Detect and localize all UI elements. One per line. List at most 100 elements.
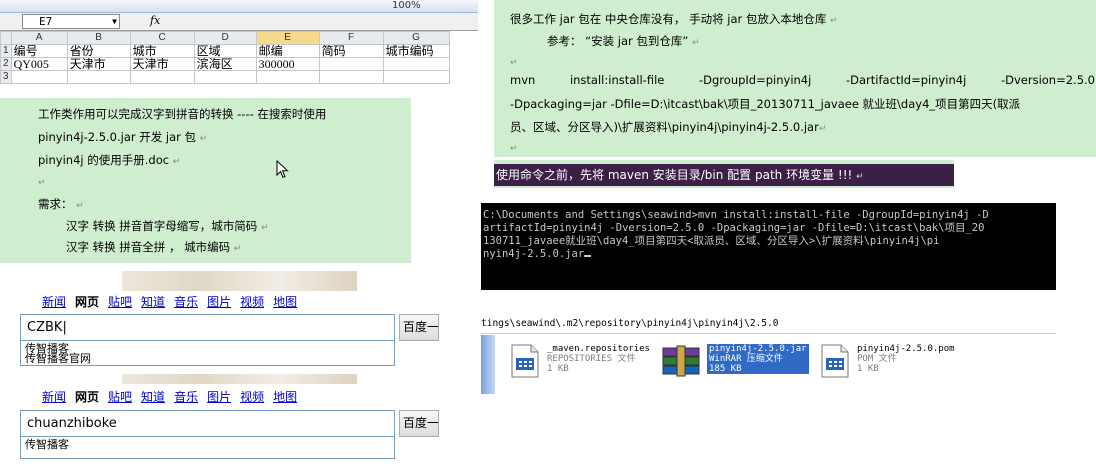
search-button[interactable]: 百度一下 [399, 410, 439, 437]
column-header[interactable]: D [193, 31, 257, 45]
console-line: nyin4j-2.5.0.jar [483, 248, 1056, 261]
return-mark-icon: ↵ [692, 38, 700, 48]
command-line: -Dpackaging=jar -Dfile=D:\itcast\bak\项目_… [510, 97, 1021, 111]
column-header[interactable]: A [10, 31, 68, 45]
command-word: -Dversion=2.5.0 [1000, 73, 1095, 87]
excel-toolbar: 100% [0, 0, 478, 13]
table-row: 2 QY005 天津市 天津市 滨海区 300000 [0, 57, 450, 71]
column-header[interactable]: F [318, 31, 384, 45]
cell[interactable]: 省份 [66, 44, 131, 58]
warning-banner: 使用命令之前，先将 maven 安装目录/bin 配置 path 环境变量 !!… [494, 164, 954, 186]
nav-web[interactable]: 网页 [75, 390, 99, 404]
note-line: ↵ [38, 174, 46, 188]
text-caret: | [62, 320, 67, 335]
cell[interactable] [255, 70, 320, 84]
nav-tieba[interactable]: 贴吧 [108, 295, 132, 309]
cell[interactable] [66, 70, 131, 84]
note-text: 汉字 转换 拼音全拼 ， 城市编码 [66, 240, 231, 254]
cell[interactable]: 简码 [318, 44, 384, 58]
file-meta: _maven.repositories REPOSITORIES 文件 1 KB [547, 344, 650, 374]
nav-zhidao[interactable]: 知道 [141, 390, 165, 404]
spreadsheet-grid: A B C D E F G 1 编号 省份 城市 区域 邮编 简码 城市编码 2… [0, 31, 450, 84]
cell[interactable]: 天津市 [129, 57, 195, 71]
cell[interactable] [129, 70, 195, 84]
baidu-nav: 新闻 网页 贴吧 知道 音乐 图片 视频 地图 [42, 293, 306, 310]
cell[interactable] [318, 57, 384, 71]
column-header[interactable]: E [255, 31, 320, 45]
cell[interactable]: 区域 [193, 44, 257, 58]
row-header[interactable]: 2 [0, 57, 12, 71]
nav-zhidao[interactable]: 知道 [141, 295, 165, 309]
cell[interactable] [382, 70, 450, 84]
warning-text: 使用命令之前，先将 maven 安装目录/bin 配置 path 环境变量 !!… [496, 168, 853, 182]
select-all-corner[interactable] [0, 31, 12, 45]
nav-web[interactable]: 网页 [75, 295, 99, 309]
nav-music[interactable]: 音乐 [174, 390, 198, 404]
text-file-icon [511, 344, 539, 378]
note-line: 很多工作 jar 包在 中央仓库没有， 手动将 jar 包放入本地仓库 ↵ [510, 11, 838, 27]
return-mark-icon: ↵ [830, 16, 838, 26]
note-line: ↵ [510, 54, 518, 68]
search-input[interactable]: CZBK| [20, 314, 395, 341]
excel-fragment: 100% E7 ▼ fx A B C D E F G 1 编号 省份 城市 区域… [0, 0, 478, 98]
file-explorer: tings\seawind\.m2\repository\pinyin4j\pi… [481, 314, 1056, 394]
nav-images[interactable]: 图片 [207, 295, 231, 309]
cell[interactable]: 天津市 [66, 57, 131, 71]
cell[interactable]: 300000 [255, 57, 320, 71]
cell[interactable]: 邮编 [255, 44, 320, 58]
fx-icon[interactable]: fx [150, 14, 160, 27]
search-input[interactable]: chuanzhiboke [20, 410, 395, 437]
cell[interactable] [10, 70, 68, 84]
baidu-search-panel: 新闻网页贴吧知道音乐图片视频地图 chuanzhiboke 百度一下 传智播客 [0, 374, 450, 476]
nav-video[interactable]: 视频 [240, 390, 264, 404]
console-cursor [584, 255, 592, 257]
nav-tieba[interactable]: 贴吧 [108, 390, 132, 404]
cell[interactable] [193, 70, 257, 84]
search-button[interactable]: 百度一下 [399, 314, 439, 341]
note-line: pinyin4j 的使用手册.doc ↵ [38, 152, 180, 168]
nav-news[interactable]: 新闻 [42, 390, 66, 404]
cell[interactable]: 编号 [10, 44, 68, 58]
command-prompt-window[interactable]: C:\Documents and Settings\seawind>mvn in… [481, 203, 1056, 290]
file-size: 1 KB [857, 364, 879, 374]
pinyin-note: 工作类作用可以完成汉字到拼音的转换 ---- 在搜索时使用 pinyin4j-2… [0, 98, 411, 263]
column-header[interactable]: G [382, 31, 450, 45]
row-header[interactable]: 1 [0, 44, 12, 58]
nav-music[interactable]: 音乐 [174, 295, 198, 309]
command-word: -DgroupId=pinyin4j [699, 73, 812, 87]
baidu-nav: 新闻 网页 贴吧 知道 音乐 图片 视频 地图 [42, 388, 306, 405]
cell[interactable] [382, 57, 450, 71]
nav-news[interactable]: 新闻 [42, 295, 66, 309]
column-header-row: A B C D E F G [0, 31, 450, 45]
cell[interactable]: 滨海区 [193, 57, 257, 71]
command-word: mvn [510, 73, 536, 87]
column-header[interactable]: C [129, 31, 195, 45]
command-word: install:install-file [569, 73, 665, 87]
nav-map[interactable]: 地图 [273, 390, 297, 404]
suggestion-item[interactable]: 传智播客 [25, 437, 394, 453]
cell[interactable] [318, 70, 384, 84]
note-text: 员、区域、分区导入)\扩展资料\pinyin4j\pinyin4j-2.5.0.… [510, 120, 819, 134]
console-text: nyin4j-2.5.0.jar [483, 248, 585, 260]
file-list: _maven.repositories REPOSITORIES 文件 1 KB… [481, 335, 1056, 394]
return-mark-icon: ↵ [172, 157, 181, 167]
zoom-label[interactable]: 100% [392, 0, 421, 12]
nav-images[interactable]: 图片 [207, 390, 231, 404]
note-line: 工作类作用可以完成汉字到拼音的转换 ---- 在搜索时使用 [38, 107, 327, 121]
cell[interactable]: QY005 [10, 57, 68, 71]
return-mark-icon: ↵ [856, 172, 864, 182]
name-box[interactable]: E7 ▼ [22, 14, 120, 29]
cell[interactable]: 城市编码 [382, 44, 450, 58]
suggestion-item[interactable]: 传智播客官网 [25, 351, 394, 365]
nav-video[interactable]: 视频 [240, 295, 264, 309]
return-mark-icon: ↵ [38, 178, 46, 188]
row-header[interactable]: 3 [0, 70, 12, 84]
note-line: ↵ [510, 140, 518, 154]
nav-map[interactable]: 地图 [273, 295, 297, 309]
cell[interactable]: 城市 [129, 44, 195, 58]
file-type: REPOSITORIES 文件 [547, 354, 636, 364]
note-text: pinyin4j 的使用手册.doc [38, 153, 170, 167]
address-bar[interactable]: tings\seawind\.m2\repository\pinyin4j\pi… [481, 314, 1056, 334]
column-header[interactable]: B [66, 31, 131, 45]
chevron-down-icon[interactable]: ▼ [112, 15, 117, 28]
